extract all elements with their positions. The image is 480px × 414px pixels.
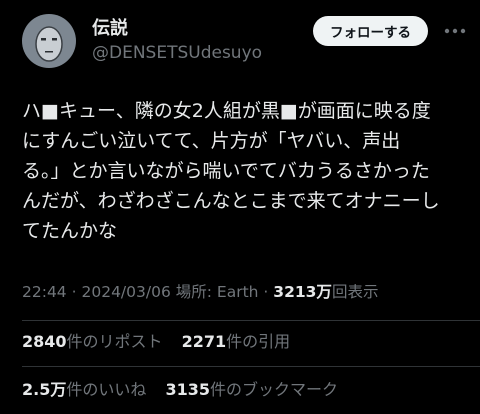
tweet-date[interactable]: 2024/03/06 xyxy=(81,283,170,301)
views-count: 3213万 xyxy=(273,283,332,301)
user-display-name[interactable]: 伝説 xyxy=(92,14,128,40)
likes-count: 2.5万 xyxy=(22,380,67,399)
tweet-text-line: てたんかな xyxy=(22,220,118,242)
reposts-count: 2840 xyxy=(22,332,67,351)
follow-button[interactable]: フォローする xyxy=(313,16,428,46)
tweet-location: 場所: Earth xyxy=(175,283,259,301)
tweet-time[interactable]: 22:44 xyxy=(22,283,67,301)
follow-button-label: フォローする xyxy=(330,25,411,41)
reposts-stat[interactable]: 2840件のリポスト xyxy=(22,328,163,356)
tweet-text-line: にすんごい泣いてて、片方が「ヤバい、声出 xyxy=(22,130,401,152)
tweet-meta: 22:44 · 2024/03/06 場所: Earth · 3213万回表示 xyxy=(22,278,378,306)
stats-row-likes: 2.5万件のいいね 3135件のブックマーク xyxy=(22,376,352,404)
meta-separator: · xyxy=(71,283,77,301)
tweet-text-line: ハ■キュー、隣の女2人組が黒■が画面に映る度 xyxy=(22,100,431,122)
tweet-text-line: んだが、わざわざこんなとこまで来てオナニーし xyxy=(22,190,440,212)
likes-stat[interactable]: 2.5万件のいいね xyxy=(22,376,146,404)
stats-row-reposts: 2840件のリポスト 2271件の引用 xyxy=(22,328,304,356)
views-label: 回表示 xyxy=(331,283,379,301)
likes-label: 件のいいね xyxy=(66,380,147,399)
bookmarks-stat[interactable]: 3135件のブックマーク xyxy=(165,376,338,404)
quotes-label: 件の引用 xyxy=(226,332,291,351)
more-horizontal-icon[interactable] xyxy=(440,18,470,44)
reposts-label: 件のリポスト xyxy=(66,332,163,351)
avatar-face-icon xyxy=(35,26,63,62)
divider xyxy=(22,366,480,367)
bookmarks-count: 3135 xyxy=(165,380,210,399)
user-handle[interactable]: @DENSETSUdesuyo xyxy=(92,43,262,63)
quotes-stat[interactable]: 2271件の引用 xyxy=(182,328,291,356)
meta-separator: · xyxy=(263,283,269,301)
divider xyxy=(22,320,480,321)
quotes-count: 2271 xyxy=(181,332,227,351)
avatar[interactable] xyxy=(22,14,76,68)
bookmarks-label: 件のブックマーク xyxy=(210,380,339,399)
tweet-text: ハ■キュー、隣の女2人組が黒■が画面に映る度 にすんごい泣いてて、片方が「ヤバい… xyxy=(22,96,474,246)
tweet-text-line: る。」とか言いながら喘いでてバカうるさかった xyxy=(22,160,430,182)
